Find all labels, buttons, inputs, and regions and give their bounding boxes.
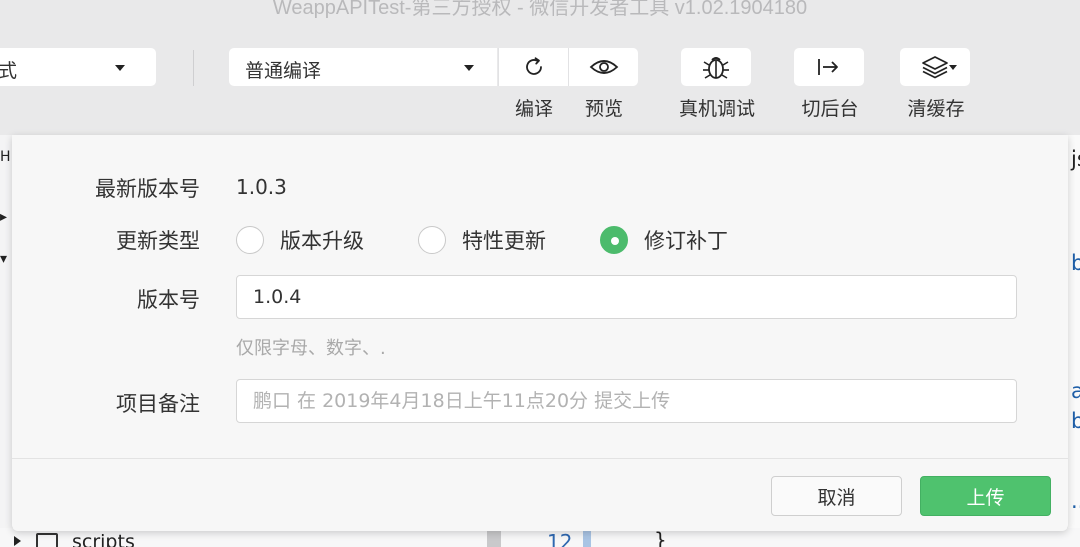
chevron-right-icon[interactable] [14, 536, 21, 546]
latest-version-value: 1.0.3 [236, 175, 287, 199]
line-number: 12 [547, 530, 573, 547]
upload-dialog: 最新版本号 1.0.3 更新类型 版本升级 特性更新 修订补丁 版本号 仅限字母… [12, 135, 1068, 531]
radio-label: 版本升级 [280, 229, 364, 253]
upload-button[interactable]: 上传 [920, 476, 1051, 516]
radio-label: 修订补丁 [644, 229, 728, 253]
switch-background-icon [818, 59, 838, 75]
clear-cache-button[interactable] [900, 48, 970, 86]
remote-debug-label: 真机调试 [678, 98, 755, 120]
compile-mode-select[interactable]: 普通编译 [229, 48, 497, 86]
clear-cache-label: 清缓存 [907, 98, 965, 120]
radio-circle-checked[interactable] [600, 226, 628, 254]
file-tree-edge: H ▸ ▾ [0, 135, 12, 547]
remote-debug-button[interactable] [681, 48, 751, 86]
toolbar: 式 普通编译 编译 预览 真机调试 切后台 清缓存 [0, 22, 1080, 135]
radio-circle[interactable] [418, 226, 446, 254]
mode-select-value: 式 [0, 60, 18, 82]
preview-label: 预览 [584, 98, 623, 120]
version-hint: 仅限字母、数字、. [236, 338, 386, 359]
update-type-label: 更新类型 [116, 229, 200, 253]
dialog-footer-divider [12, 458, 1068, 459]
switch-background-label: 切后台 [801, 98, 859, 120]
latest-version-label: 最新版本号 [95, 177, 200, 201]
window-title: WeappAPITest-第三方授权 - 微信开发者工具 v1.02.19041… [272, 0, 808, 19]
chevron-down-icon [115, 65, 125, 71]
radio-version-upgrade[interactable]: 版本升级 [236, 223, 364, 257]
tree-item-scripts[interactable]: scripts [72, 531, 135, 547]
code-glyph: b [1071, 409, 1080, 433]
editor-tabs-edge: js b a b ... [1068, 135, 1080, 547]
code-glyph: ... [1071, 489, 1080, 513]
radio-feature-update[interactable]: 特性更新 [418, 223, 546, 257]
switch-background-button[interactable] [794, 48, 864, 86]
window-titlebar: WeappAPITest-第三方授权 - 微信开发者工具 v1.02.19041… [0, 0, 1080, 22]
code-glyph: b [1071, 251, 1080, 275]
mode-select[interactable]: 式 [0, 48, 156, 86]
file-tree-glyph: ▾ [0, 251, 8, 267]
layers-icon [922, 56, 948, 79]
chevron-down-icon [464, 65, 474, 71]
compile-button[interactable] [498, 48, 568, 86]
preview-button[interactable] [568, 48, 638, 86]
refresh-icon [525, 57, 542, 75]
bug-icon [703, 57, 729, 79]
chevron-down-icon [949, 65, 957, 70]
radio-revision-patch[interactable]: 修订补丁 [600, 223, 728, 257]
file-tree-glyph: H [0, 149, 11, 165]
eye-icon [589, 60, 618, 74]
file-tree-glyph: ▸ [0, 209, 8, 225]
version-input[interactable] [236, 275, 1017, 319]
cancel-button[interactable]: 取消 [771, 476, 902, 516]
remark-label: 项目备注 [116, 392, 200, 416]
compile-mode-value: 普通编译 [245, 60, 322, 82]
folder-icon [36, 533, 58, 547]
radio-circle[interactable] [236, 226, 264, 254]
code-glyph: a [1071, 379, 1080, 403]
toolbar-divider [193, 50, 194, 86]
remark-input[interactable] [236, 379, 1017, 423]
radio-label: 特性更新 [462, 229, 546, 253]
version-label: 版本号 [137, 288, 200, 312]
editor-tab-glyph: js [1071, 147, 1080, 171]
